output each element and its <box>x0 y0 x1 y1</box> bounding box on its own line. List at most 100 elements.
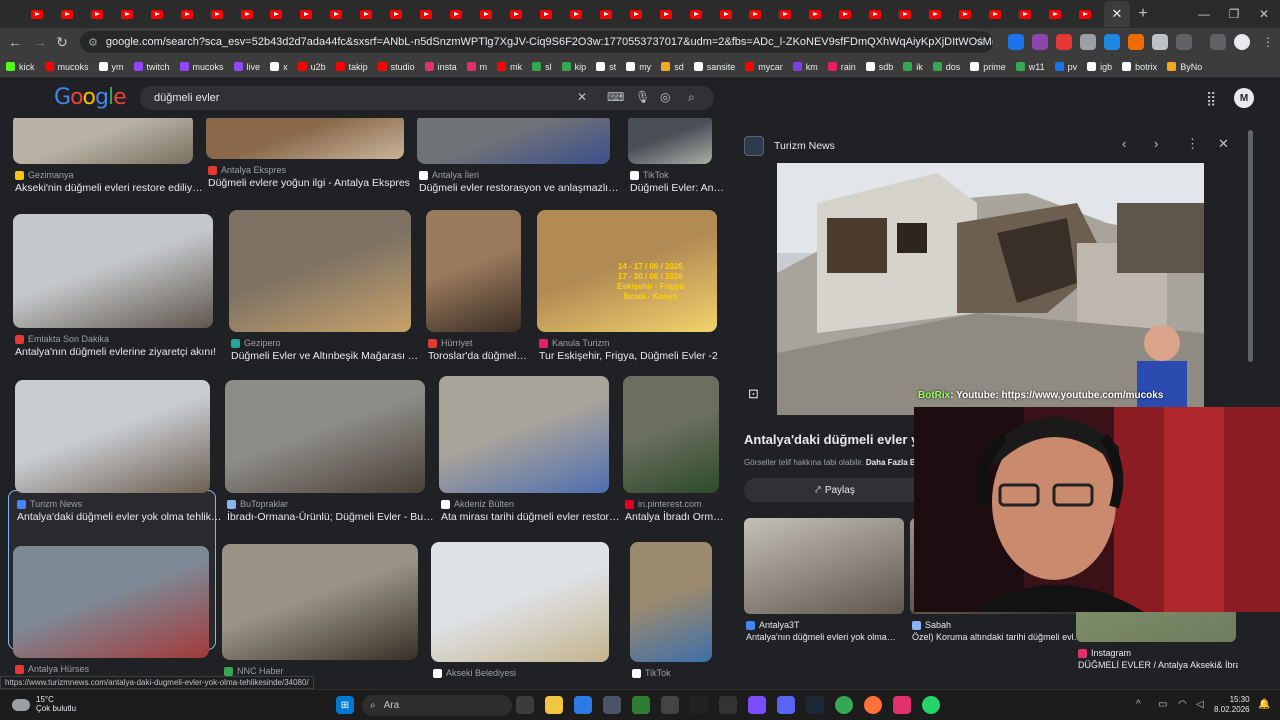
result-title[interactable]: Antalya'nın düğmeli evlerine ziyaretçi a… <box>15 346 225 358</box>
youtube-tab[interactable] <box>411 1 441 27</box>
app-icon[interactable] <box>661 696 679 714</box>
extension-icon[interactable] <box>1056 34 1072 50</box>
youtube-tab[interactable] <box>651 1 681 27</box>
result-source[interactable]: Antalya İleri <box>419 170 479 180</box>
volume-icon[interactable]: ◁ <box>1196 699 1204 710</box>
result-source[interactable]: Antalya Hürses <box>15 664 89 674</box>
menu-icon[interactable]: ⋮ <box>1262 35 1274 49</box>
result-source[interactable]: Turizm News <box>17 499 82 509</box>
bookmark-item[interactable]: prime <box>970 62 1006 72</box>
result-title[interactable]: Toroslar'da düğmel… <box>428 350 533 362</box>
result-thumbnail[interactable] <box>630 542 712 662</box>
extension-icon[interactable] <box>1080 34 1096 50</box>
youtube-tab[interactable] <box>381 1 411 27</box>
youtube-tab[interactable] <box>471 1 501 27</box>
bookmark-item[interactable]: sd <box>661 62 684 72</box>
result-title[interactable]: Düğmeli Evler ve Altınbeşik Mağarası T… <box>231 350 423 362</box>
result-title[interactable]: Antalya'daki düğmeli evler yok olma tehl… <box>17 511 222 523</box>
microphone-icon[interactable]: 🎙 <box>635 90 650 104</box>
active-tab[interactable]: ✕ <box>1104 1 1130 27</box>
result-thumbnail[interactable] <box>206 118 404 159</box>
related-title[interactable]: DÜĞMELİ EVLER / Antalya Akseki& İbra… <box>1078 660 1238 670</box>
extension-icon[interactable] <box>1104 34 1120 50</box>
result-thumbnail[interactable] <box>15 380 210 493</box>
related-title[interactable]: Antalya'nın düğmeli evleri yok olma… <box>746 632 906 642</box>
google-logo[interactable]: Google <box>54 85 127 110</box>
bookmark-item[interactable]: insta <box>424 62 457 72</box>
bookmark-item[interactable]: takip <box>335 62 368 72</box>
account-avatar[interactable]: M <box>1234 88 1254 108</box>
bookmark-item[interactable]: x <box>270 62 288 72</box>
result-source[interactable]: Hürriyet <box>428 338 473 348</box>
youtube-tab[interactable] <box>770 1 800 27</box>
result-source[interactable]: NNC Haber <box>224 666 284 676</box>
related-thumbnail[interactable] <box>744 518 904 614</box>
related-title[interactable]: Özel) Koruma altındaki tarihi düğmeli ev… <box>912 632 1082 642</box>
youtube-tab[interactable] <box>920 1 950 27</box>
whatsapp-icon[interactable] <box>922 696 940 714</box>
youtube-tab[interactable] <box>711 1 741 27</box>
lens-icon[interactable]: ◎ <box>660 90 670 104</box>
result-thumbnail[interactable] <box>222 544 418 660</box>
result-thumbnail[interactable] <box>431 542 609 662</box>
youtube-tab[interactable] <box>291 1 321 27</box>
steam-icon[interactable] <box>806 696 824 714</box>
extensions-puzzle-icon[interactable] <box>1176 34 1192 50</box>
result-title[interactable]: Tur Eskişehir, Frigya, Düğmeli Evler -2 <box>539 350 729 362</box>
bookmark-item[interactable]: igb <box>1087 62 1112 72</box>
result-title[interactable]: Akseki'nin düğmeli evleri restore ediliy… <box>15 182 205 194</box>
new-tab-button[interactable]: + <box>1130 5 1156 23</box>
extension-icon[interactable] <box>1032 34 1048 50</box>
bookmark-item[interactable]: km <box>792 62 818 72</box>
bookmark-item[interactable]: pv <box>1054 62 1077 72</box>
result-thumbnail[interactable] <box>13 546 209 658</box>
forward-icon[interactable]: → <box>28 34 52 50</box>
maximize-button[interactable]: ❐ <box>1218 0 1250 28</box>
result-source[interactable]: TikTok <box>632 668 671 678</box>
bookmark-item[interactable]: studio <box>377 62 415 72</box>
bookmark-item[interactable]: ByNo <box>1167 62 1202 72</box>
address-bar[interactable]: ⚙ google.com/search?sca_esv=52b43d2d7ada… <box>80 31 993 53</box>
app-icon[interactable] <box>690 696 708 714</box>
bookmark-item[interactable]: ik <box>903 62 923 72</box>
bookmark-item[interactable]: dos <box>932 62 960 72</box>
bookmark-item[interactable]: st <box>596 62 616 72</box>
start-button[interactable]: ⊞ <box>336 696 354 714</box>
reload-icon[interactable]: ↻ <box>50 34 74 51</box>
result-thumbnail[interactable] <box>623 376 719 493</box>
youtube-tab[interactable] <box>172 1 202 27</box>
next-image-icon[interactable]: › <box>1154 136 1158 151</box>
store-icon[interactable] <box>574 696 592 714</box>
youtube-tab[interactable] <box>142 1 172 27</box>
result-source[interactable]: Gezipero <box>231 338 281 348</box>
youtube-tab[interactable] <box>202 1 232 27</box>
bookmark-item[interactable]: live <box>233 62 260 72</box>
network-icon[interactable]: ▭ <box>1158 699 1167 710</box>
result-source[interactable]: Antalya Ekspres <box>208 165 286 175</box>
bookmark-item[interactable]: mucoks <box>44 62 89 72</box>
more-options-icon[interactable]: ⋮ <box>1186 136 1199 152</box>
youtube-tab[interactable] <box>52 1 82 27</box>
bookmark-item[interactable]: mycar <box>745 62 783 72</box>
panel-source[interactable]: Turizm News <box>744 136 835 156</box>
result-source[interactable]: Akseki Belediyesi <box>433 668 516 678</box>
youtube-tab[interactable] <box>980 1 1010 27</box>
site-info-icon[interactable]: ⚙ <box>88 36 98 49</box>
bookmark-item[interactable]: w11 <box>1015 62 1045 72</box>
result-thumbnail[interactable] <box>13 118 193 164</box>
youtube-tab[interactable] <box>1070 1 1100 27</box>
result-source[interactable]: Akdeniz Bülten <box>441 499 514 509</box>
bookmark-item[interactable]: mk <box>497 62 522 72</box>
result-title[interactable]: Düğmeli evler restorasyon ve anlaşmazlı… <box>419 182 622 194</box>
bookmark-item[interactable]: kip <box>561 62 586 72</box>
preview-image[interactable] <box>777 163 1204 415</box>
result-source[interactable]: in.pinterest.com <box>625 499 702 509</box>
result-title[interactable]: Düğmeli Evler: Ant… <box>630 182 724 194</box>
tray-chevron-icon[interactable]: ^ <box>1136 699 1141 710</box>
result-source[interactable]: TikTok <box>630 170 669 180</box>
bookmark-item[interactable]: mucoks <box>179 62 224 72</box>
bookmark-item[interactable]: botrix <box>1122 62 1157 72</box>
result-thumbnail[interactable] <box>439 376 609 493</box>
youtube-tab[interactable] <box>890 1 920 27</box>
bookmark-item[interactable]: sdb <box>865 62 893 72</box>
